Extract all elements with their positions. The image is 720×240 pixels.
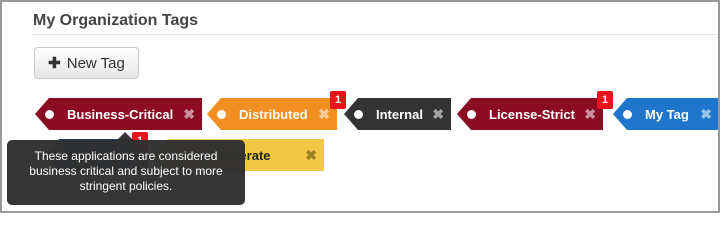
tags-panel: My Organization Tags ✚ New Tag Business-… [0,0,720,213]
close-icon[interactable]: ✖ [432,106,444,122]
page-title: My Organization Tags [33,12,199,29]
tag-label: Distributed [239,106,308,122]
tag-my-tag[interactable]: My Tag ✖ [613,98,718,130]
tag-label: My Tag [645,106,689,122]
tag-hole-icon [467,109,476,119]
new-tag-label: New Tag [66,54,125,72]
tag-tooltip: These applications are considered busine… [7,140,245,205]
close-icon[interactable]: ✖ [305,147,317,163]
tag-hole-icon [354,109,363,119]
tag-distributed[interactable]: Distributed ✖ [207,98,337,130]
tag-hole-icon [623,109,632,119]
tag-label: Internal [376,106,423,122]
close-icon[interactable]: ✖ [700,106,712,122]
tag-count-badge: 1 [330,91,346,109]
close-icon[interactable]: ✖ [318,106,330,122]
tag-count-badge: 1 [597,91,613,109]
tag-business-critical[interactable]: Business-Critical ✖ [35,98,202,130]
tag-hole-icon [45,109,54,119]
close-icon[interactable]: ✖ [183,106,195,122]
tooltip-arrow [117,132,133,140]
tag-label: License-Strict [489,106,575,122]
tag-internal[interactable]: Internal ✖ [344,98,451,130]
close-icon[interactable]: ✖ [584,106,596,122]
new-tag-button[interactable]: ✚ New Tag [34,47,139,79]
plus-icon: ✚ [48,55,61,72]
tag-hole-icon [217,109,226,119]
title-divider [33,34,718,35]
tag-label: Business-Critical [67,106,174,122]
tag-license-strict[interactable]: License-Strict ✖ [457,98,603,130]
